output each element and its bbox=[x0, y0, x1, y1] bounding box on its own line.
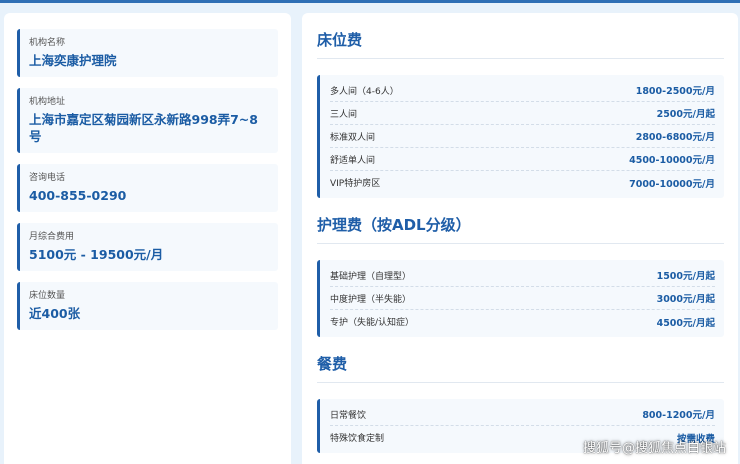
watermark-text: 搜狐号@搜狐焦点白银站 bbox=[582, 441, 726, 456]
bed-fee-list: 多人间（4-6人） 1800-2500元/月 三人间 2500元/月起 标准双人… bbox=[317, 75, 724, 198]
info-value: 5100元 - 19500元/月 bbox=[29, 247, 164, 262]
info-card-phone: 咨询电话 400-855-0290 bbox=[17, 164, 278, 212]
price-row: 舒适单人间 4500-10000元/月 bbox=[330, 148, 715, 171]
fee-details-panel: 床位费 多人间（4-6人） 1800-2500元/月 三人间 2500元/月起 … bbox=[302, 13, 738, 464]
phone-number-link[interactable]: 400-855-0290 bbox=[29, 187, 269, 204]
info-label: 机构名称 bbox=[29, 38, 66, 48]
section-title-meal-fee: 餐费 bbox=[317, 337, 724, 383]
care-fee-list: 基础护理（自理型） 1500元/月起 中度护理（半失能） 3000元/月起 专护… bbox=[317, 260, 724, 337]
price-item-value: 1500元/月起 bbox=[656, 271, 715, 282]
info-value: 上海市嘉定区菊园新区永新路998弄7~8号 bbox=[29, 112, 258, 144]
top-accent-line bbox=[0, 0, 740, 3]
price-item-value: 4500元/月起 bbox=[656, 317, 715, 329]
price-item-name: 舒适单人间 bbox=[330, 155, 376, 166]
section-title-bed-fee: 床位费 bbox=[317, 13, 724, 59]
price-row: 中度护理（半失能） 3000元/月起 bbox=[330, 287, 715, 310]
info-label: 机构地址 bbox=[29, 97, 66, 107]
price-row: VIP特护房区 7000-10000元/月 bbox=[330, 171, 715, 194]
info-card-bed-count: 床位数量 近400张 bbox=[17, 282, 278, 330]
info-label: 床位数量 bbox=[29, 291, 66, 301]
institution-info-panel: 机构名称 上海奕康护理院 机构地址 上海市嘉定区菊园新区永新路998弄7~8号 … bbox=[4, 13, 291, 464]
price-item-name: 标准双人间 bbox=[330, 132, 376, 143]
price-item-name: 基础护理（自理型） bbox=[330, 271, 412, 282]
info-card-name: 机构名称 上海奕康护理院 bbox=[17, 29, 278, 77]
price-row: 标准双人间 2800-6800元/月 bbox=[330, 125, 715, 148]
info-value: 上海奕康护理院 bbox=[29, 53, 117, 68]
price-item-name: 三人间 bbox=[330, 109, 358, 120]
price-item-name: 日常餐饮 bbox=[330, 410, 367, 421]
info-card-monthly-fee: 月综合费用 5100元 - 19500元/月 bbox=[17, 223, 278, 271]
price-item-value: 4500-10000元/月 bbox=[629, 155, 715, 166]
price-item-name: 专护（失能/认知症） bbox=[330, 318, 415, 328]
info-label: 咨询电话 bbox=[29, 173, 66, 183]
price-row: 多人间（4-6人） 1800-2500元/月 bbox=[330, 79, 715, 102]
price-item-value: 1800-2500元/月 bbox=[635, 86, 715, 97]
price-item-value: 2500元/月起 bbox=[656, 109, 715, 120]
price-item-name: VIP特护房区 bbox=[330, 179, 381, 189]
price-row: 基础护理（自理型） 1500元/月起 bbox=[330, 264, 715, 287]
price-row: 日常餐饮 800-1200元/月 bbox=[330, 403, 715, 426]
price-item-name: 中度护理（半失能） bbox=[330, 294, 412, 305]
price-item-value: 800-1200元/月 bbox=[642, 410, 715, 421]
section-title-care-fee: 护理费（按ADL分级） bbox=[317, 198, 724, 244]
price-row: 三人间 2500元/月起 bbox=[330, 102, 715, 125]
info-label: 月综合费用 bbox=[29, 232, 75, 242]
info-card-address: 机构地址 上海市嘉定区菊园新区永新路998弄7~8号 bbox=[17, 88, 278, 153]
price-item-name: 特殊饮食定制 bbox=[330, 434, 385, 444]
price-item-value: 7000-10000元/月 bbox=[629, 178, 715, 190]
price-item-value: 3000元/月起 bbox=[656, 294, 715, 305]
info-value: 近400张 bbox=[29, 306, 81, 321]
price-row: 专护（失能/认知症） 4500元/月起 bbox=[330, 310, 715, 333]
price-item-value: 2800-6800元/月 bbox=[635, 132, 715, 143]
price-item-name: 多人间（4-6人） bbox=[330, 86, 399, 97]
